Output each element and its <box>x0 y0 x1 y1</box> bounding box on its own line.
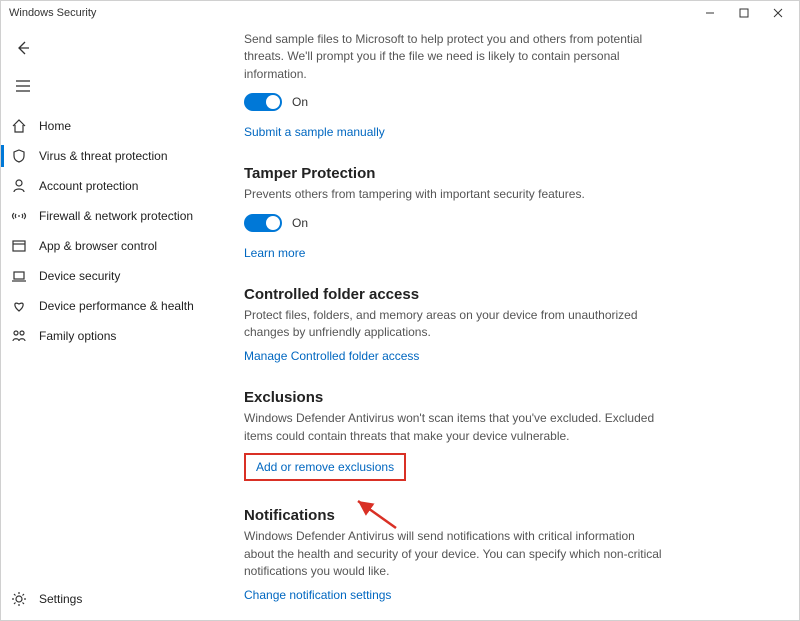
sidebar-item-label: Virus & threat protection <box>39 149 168 163</box>
link-change-notification-settings[interactable]: Change notification settings <box>244 588 391 602</box>
link-submit-sample[interactable]: Submit a sample manually <box>244 125 385 139</box>
toggle-tamper-protection[interactable] <box>244 214 282 232</box>
toggle-sample-submission[interactable] <box>244 93 282 111</box>
section-description: Send sample files to Microsoft to help p… <box>244 31 664 83</box>
shield-icon <box>11 148 27 164</box>
sidebar-item-label: Device security <box>39 269 120 283</box>
section-title: Tamper Protection <box>244 165 664 182</box>
sidebar-item-home[interactable]: Home <box>1 111 226 141</box>
link-learn-more[interactable]: Learn more <box>244 246 305 260</box>
family-icon <box>11 328 27 344</box>
sidebar-item-firewall[interactable]: Firewall & network protection <box>1 201 226 231</box>
section-exclusions: Exclusions Windows Defender Antivirus wo… <box>244 389 664 481</box>
toggle-label: On <box>292 216 308 230</box>
sidebar-item-app-browser[interactable]: App & browser control <box>1 231 226 261</box>
close-button[interactable] <box>761 1 795 25</box>
section-controlled-folder-access: Controlled folder access Protect files, … <box>244 286 664 364</box>
main-content: Send sample files to Microsoft to help p… <box>226 25 799 620</box>
home-icon <box>11 118 27 134</box>
sidebar-item-label: Account protection <box>39 179 138 193</box>
sidebar-item-device-security[interactable]: Device security <box>1 261 226 291</box>
section-description: Prevents others from tampering with impo… <box>244 186 664 203</box>
section-description: Windows Defender Antivirus will send not… <box>244 528 664 580</box>
browser-icon <box>11 238 27 254</box>
section-description: Windows Defender Antivirus won't scan it… <box>244 410 664 445</box>
back-arrow-icon <box>15 40 31 56</box>
sidebar-item-label: Device performance & health <box>39 299 194 313</box>
gear-icon <box>11 591 27 607</box>
sidebar-item-family[interactable]: Family options <box>1 321 226 351</box>
heart-icon <box>11 298 27 314</box>
section-description: Protect files, folders, and memory areas… <box>244 307 664 342</box>
section-notifications: Notifications Windows Defender Antivirus… <box>244 507 664 602</box>
link-add-remove-exclusions[interactable]: Add or remove exclusions <box>244 453 406 481</box>
link-manage-cfa[interactable]: Manage Controlled folder access <box>244 349 419 363</box>
sidebar-item-label: Settings <box>39 592 82 606</box>
toggle-label: On <box>292 95 308 109</box>
section-tamper-protection: Tamper Protection Prevents others from t… <box>244 165 664 259</box>
sidebar-item-account-protection[interactable]: Account protection <box>1 171 226 201</box>
hamburger-icon <box>15 80 31 92</box>
signal-icon <box>11 208 27 224</box>
person-icon <box>11 178 27 194</box>
window-title: Windows Security <box>5 7 693 19</box>
back-button[interactable] <box>5 33 41 63</box>
section-title: Exclusions <box>244 389 664 406</box>
section-title: Controlled folder access <box>244 286 664 303</box>
sidebar-item-device-performance[interactable]: Device performance & health <box>1 291 226 321</box>
sidebar-item-label: App & browser control <box>39 239 157 253</box>
menu-button[interactable] <box>5 71 41 101</box>
section-sample-submission: Send sample files to Microsoft to help p… <box>244 31 664 139</box>
sidebar-item-label: Family options <box>39 329 116 343</box>
maximize-button[interactable] <box>727 1 761 25</box>
section-title: Notifications <box>244 507 664 524</box>
minimize-button[interactable] <box>693 1 727 25</box>
annotation-arrow-icon <box>346 493 406 533</box>
sidebar-item-settings[interactable]: Settings <box>1 584 226 614</box>
sidebar: Home Virus & threat protection Account p… <box>1 25 226 620</box>
laptop-icon <box>11 268 27 284</box>
sidebar-item-label: Firewall & network protection <box>39 209 193 223</box>
sidebar-item-label: Home <box>39 119 71 133</box>
sidebar-item-virus-threat[interactable]: Virus & threat protection <box>1 141 226 171</box>
titlebar: Windows Security <box>1 1 799 25</box>
